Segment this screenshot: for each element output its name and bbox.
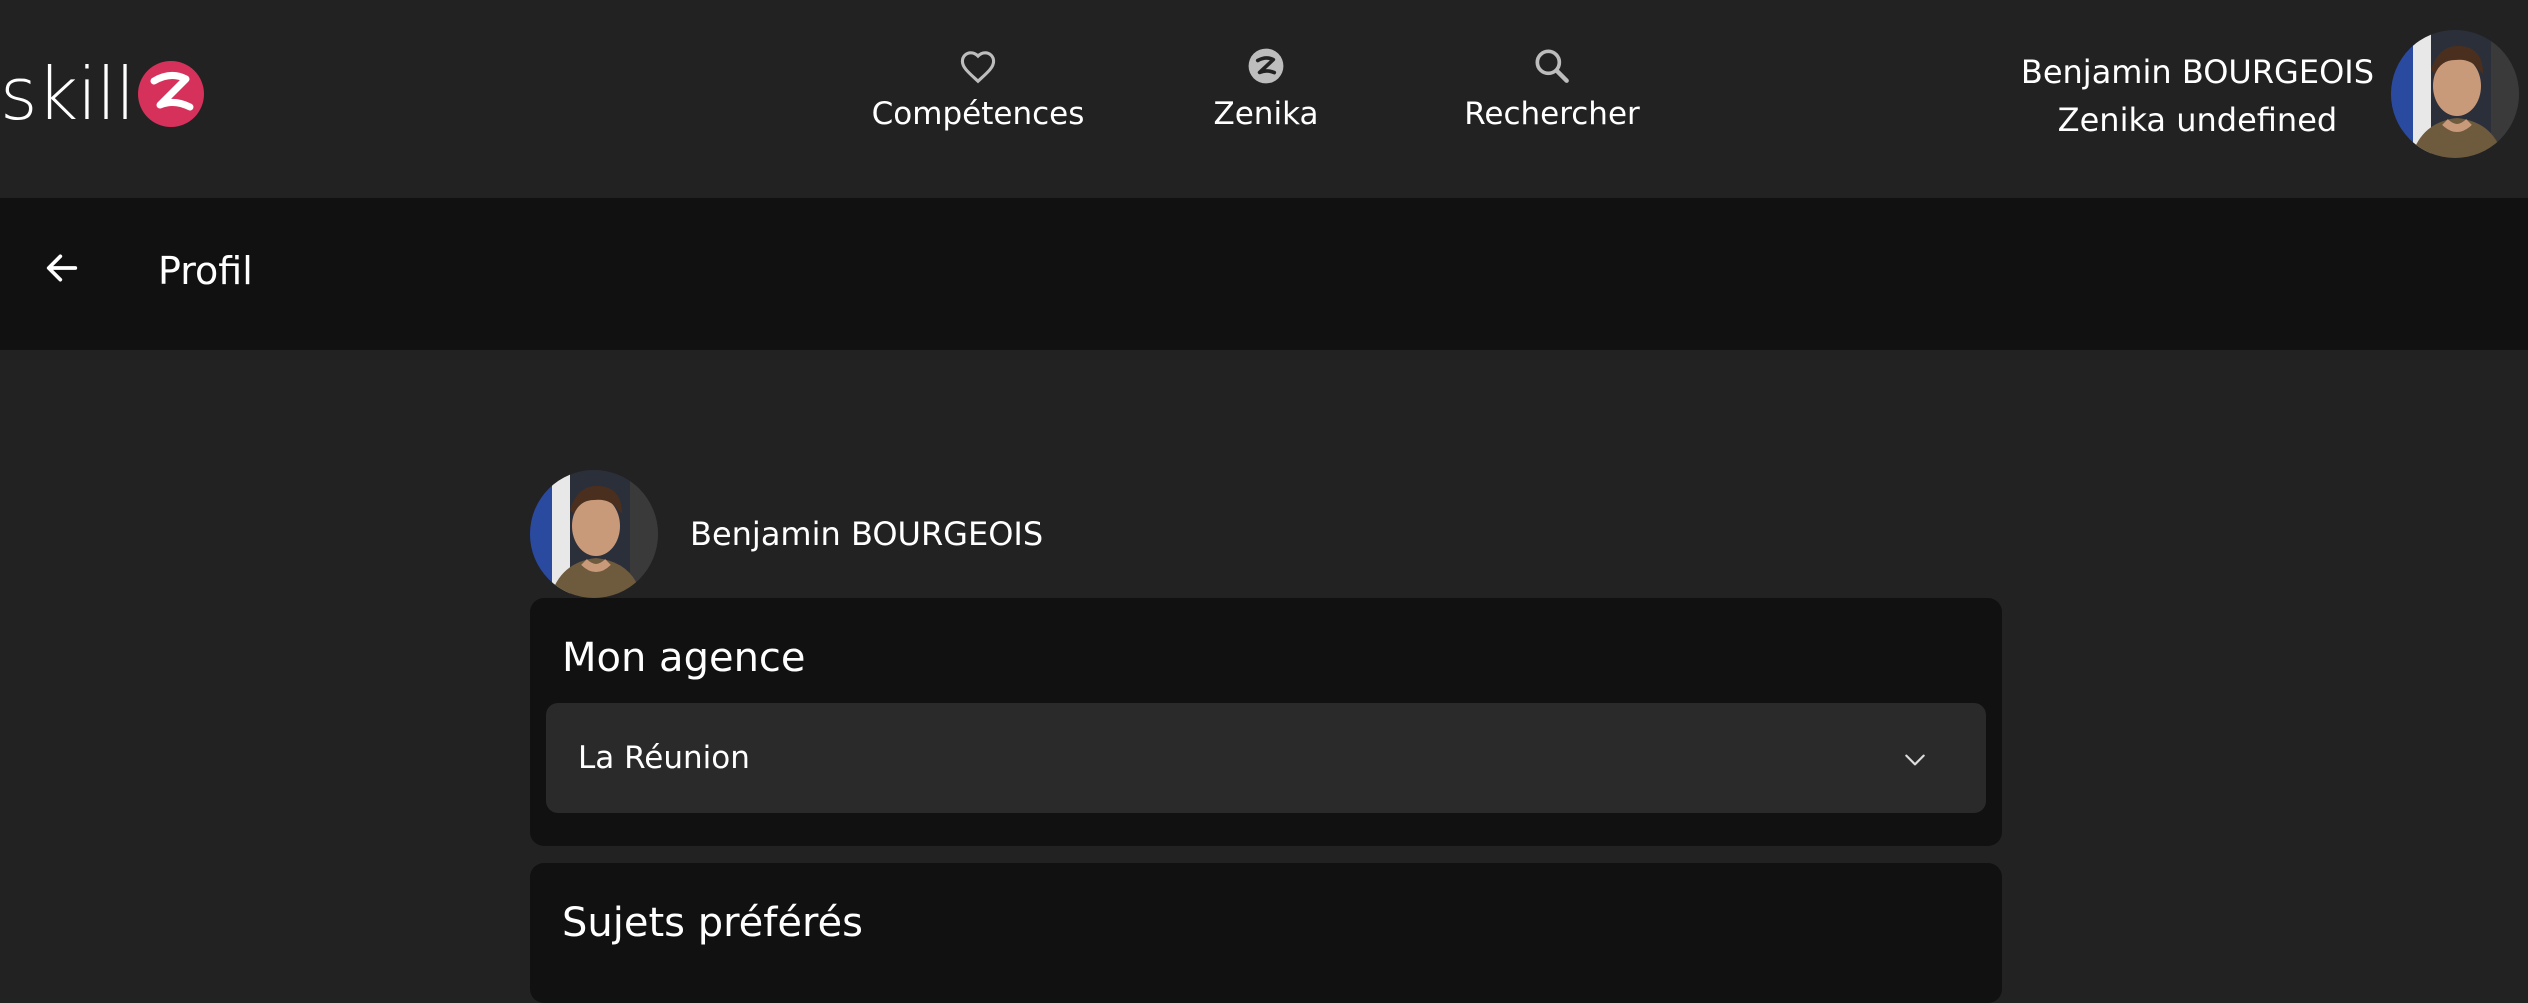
top-header: skill Compétences Zenika Rechercher Benj… [0,0,2528,198]
heart-icon [960,51,996,84]
agency-select-value: La Réunion [578,740,750,776]
topics-card-title: Sujets préférés [562,900,863,946]
logo-z-mark [138,61,205,127]
nav-competences-label: Compétences [871,96,1085,132]
logo-text: skill [0,52,135,136]
profile-name: Benjamin BOURGEOIS [690,515,1044,553]
zenika-icon [1248,48,1284,84]
profile-photo [530,470,658,598]
agency-card: Mon agence La Réunion [530,598,2002,846]
agency-select[interactable]: La Réunion [546,703,1986,813]
search-icon [1535,49,1569,83]
back-arrow-icon[interactable] [42,248,82,288]
nav-zenika-label: Zenika [1213,96,1319,132]
page-title: Profil [158,249,253,293]
nav-zenika[interactable]: Zenika [1166,44,1366,132]
user-name: Benjamin BOURGEOIS [2020,53,2374,91]
nav-rechercher[interactable]: Rechercher [1452,44,1652,132]
profile-avatar [530,470,658,598]
avatar-photo [2391,30,2519,158]
skillz-logo[interactable]: skill [0,56,206,132]
nav-competences[interactable]: Compétences [872,44,1084,132]
nav-rechercher-label: Rechercher [1464,96,1640,132]
user-agency: Zenika undefined [2057,101,2338,139]
agency-card-title: Mon agence [562,635,806,681]
user-info[interactable]: Benjamin BOURGEOIS Zenika undefined [2021,48,2374,144]
chevron-down-icon [1905,754,1925,766]
profile-header: Benjamin BOURGEOIS [530,470,1043,598]
user-avatar[interactable] [2391,30,2519,158]
topics-card: Sujets préférés [530,863,2002,1003]
page-toolbar: Profil [0,198,2528,350]
